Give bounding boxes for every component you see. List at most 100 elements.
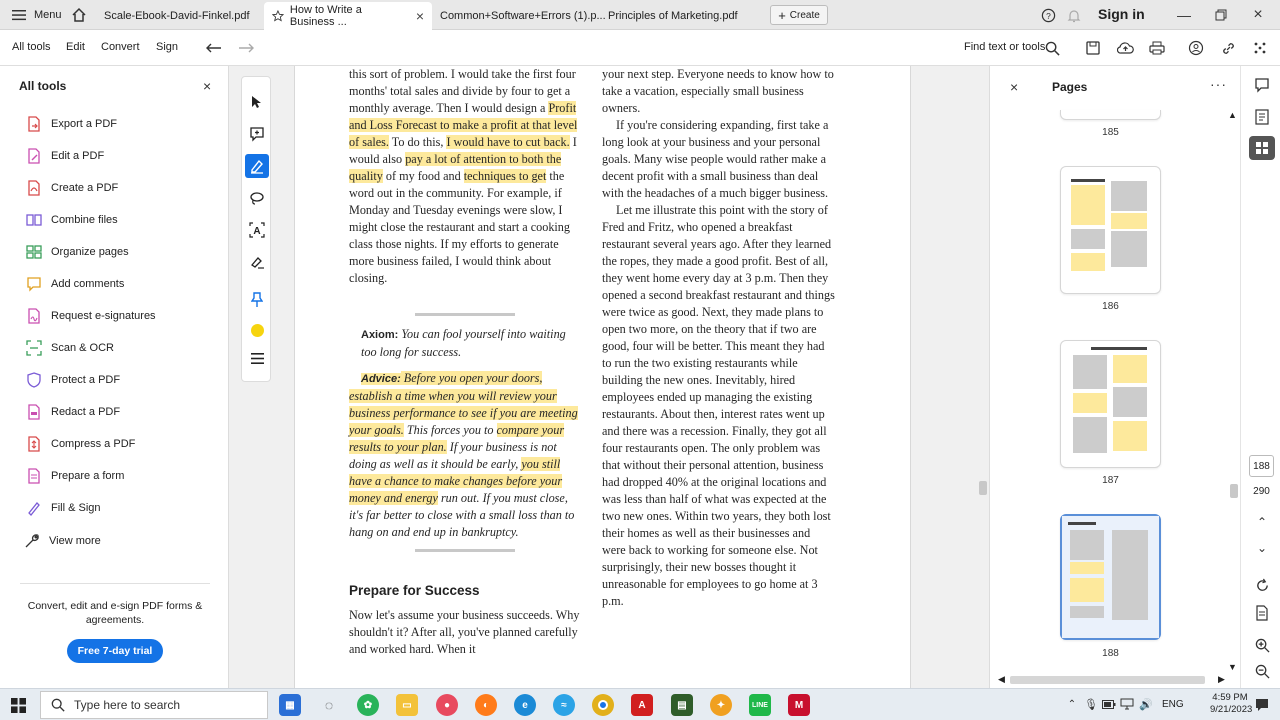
- rotate-button[interactable]: [1253, 576, 1271, 594]
- close-tab-icon[interactable]: ×: [416, 8, 424, 24]
- highlighted-text[interactable]: I would have to cut back.: [446, 135, 570, 149]
- tool-protect-pdf[interactable]: Protect a PDF: [26, 370, 120, 390]
- tool-combine-files[interactable]: Combine files: [26, 210, 118, 230]
- pages-more-icon[interactable]: ···: [1210, 76, 1227, 92]
- volume-tray[interactable]: 🔊: [1139, 697, 1153, 711]
- task-view-app[interactable]: ▦: [279, 694, 301, 716]
- page-thumbnail-187[interactable]: [1060, 340, 1161, 468]
- tool-request-esignatures[interactable]: Request e-signatures: [26, 306, 156, 326]
- sign-in-link[interactable]: Sign in: [1098, 6, 1145, 22]
- camera-app[interactable]: ●: [436, 694, 458, 716]
- zoom-in-button[interactable]: [1253, 636, 1271, 654]
- firefox-app[interactable]: ◐: [475, 694, 497, 716]
- pages-scroll-left-icon[interactable]: ◀: [998, 674, 1005, 685]
- tab-scale-ebook[interactable]: Scale-Ebook-David-Finkel.pdf: [96, 2, 258, 30]
- app-green[interactable]: ✿: [357, 694, 379, 716]
- menu-button[interactable]: Menu: [12, 0, 62, 30]
- blue-app[interactable]: ≈: [553, 694, 575, 716]
- close-window-button[interactable]: ×: [1250, 6, 1266, 23]
- tool-export-pdf[interactable]: Export a PDF: [26, 114, 117, 134]
- undo-button[interactable]: [205, 39, 223, 57]
- highlight-tool[interactable]: [245, 154, 269, 178]
- free-trial-button[interactable]: Free 7-day trial: [67, 639, 163, 663]
- file-explorer-app[interactable]: ▭: [396, 694, 418, 716]
- language-indicator[interactable]: ENG: [1162, 699, 1184, 710]
- pin-tool[interactable]: [245, 288, 269, 312]
- mcafee-app[interactable]: M: [788, 694, 810, 716]
- tool-organize-pages[interactable]: Organize pages: [26, 242, 129, 262]
- menu-convert[interactable]: Convert: [101, 41, 140, 53]
- tab-business-plan[interactable]: How to Write a Business ... ×: [264, 2, 432, 30]
- menu-edit[interactable]: Edit: [66, 41, 85, 53]
- menu-all-tools[interactable]: All tools: [12, 41, 51, 53]
- document-scrollbar[interactable]: [978, 66, 988, 688]
- select-tool[interactable]: [245, 90, 269, 114]
- signature-tool[interactable]: [245, 250, 269, 274]
- chrome-app[interactable]: [592, 694, 614, 716]
- minimize-button[interactable]: —: [1176, 7, 1192, 23]
- pages-panel-button[interactable]: [1249, 136, 1275, 160]
- pages-scroll-down-icon[interactable]: ▼: [1228, 662, 1237, 672]
- color-picker[interactable]: [245, 318, 269, 342]
- pages-hscroll-thumb[interactable]: [1010, 676, 1205, 684]
- create-button[interactable]: + Create: [770, 5, 828, 25]
- find-tools-label[interactable]: Find text or tools: [964, 41, 1045, 53]
- acrobat-app[interactable]: A: [631, 694, 653, 716]
- save-button[interactable]: [1084, 39, 1102, 57]
- tool-scan-ocr[interactable]: Scan & OCR: [26, 338, 114, 358]
- print-button[interactable]: [1148, 39, 1166, 57]
- tool-redact-pdf[interactable]: Redact a PDF: [26, 402, 120, 422]
- text-box-tool[interactable]: A: [245, 218, 269, 242]
- app-dark-green[interactable]: ▤: [671, 694, 693, 716]
- upload-cloud-button[interactable]: [1116, 39, 1134, 57]
- tool-fill-sign[interactable]: Fill & Sign: [26, 498, 101, 518]
- page-settings-button[interactable]: [1253, 604, 1271, 622]
- network-tray[interactable]: [1120, 697, 1134, 711]
- notifications-button[interactable]: [1066, 7, 1082, 23]
- line-app[interactable]: LINE: [749, 694, 771, 716]
- tab-principles-marketing[interactable]: Principles of Marketing.pdf: [600, 2, 746, 30]
- chat-app[interactable]: ◌: [318, 694, 340, 716]
- microphone-tray[interactable]: 🎙: [1084, 697, 1098, 711]
- page-thumbnail-188[interactable]: [1060, 514, 1161, 640]
- draw-tool[interactable]: [245, 186, 269, 210]
- tray-overflow-button[interactable]: ⌃: [1066, 698, 1078, 710]
- maximize-button[interactable]: [1213, 7, 1229, 23]
- system-clock[interactable]: 4:59 PM 9/21/2023: [1210, 692, 1252, 716]
- notification-center-button[interactable]: [1254, 697, 1270, 713]
- edge-app[interactable]: e: [514, 694, 536, 716]
- tool-create-pdf[interactable]: Create a PDF: [26, 178, 118, 198]
- add-comment-tool[interactable]: [245, 122, 269, 146]
- tool-edit-pdf[interactable]: Edit a PDF: [26, 146, 104, 166]
- next-page-button[interactable]: ⌄: [1253, 540, 1271, 556]
- pages-scroll-right-icon[interactable]: ▶: [1218, 674, 1225, 685]
- battery-tray[interactable]: [1102, 697, 1116, 711]
- tool-prepare-form[interactable]: Prepare a form: [26, 466, 124, 486]
- pages-vscroll-thumb[interactable]: [1230, 484, 1238, 498]
- bookmarks-panel-button[interactable]: [1253, 108, 1271, 126]
- pages-scroll-up-icon[interactable]: ▲: [1228, 110, 1237, 120]
- highlighted-text[interactable]: techniques to get: [463, 169, 547, 183]
- share-user-button[interactable]: [1187, 39, 1205, 57]
- close-pages-icon[interactable]: ×: [1010, 79, 1018, 95]
- search-button[interactable]: [1043, 39, 1061, 57]
- home-button[interactable]: [71, 0, 87, 30]
- taskbar-search[interactable]: Type here to search: [40, 691, 268, 719]
- previous-page-button[interactable]: ⌃: [1253, 514, 1271, 530]
- close-panel-icon[interactable]: ×: [203, 78, 211, 94]
- link-button[interactable]: [1219, 39, 1237, 57]
- start-button[interactable]: [10, 697, 26, 713]
- current-page-input[interactable]: 188: [1249, 455, 1274, 477]
- comments-panel-button[interactable]: [1253, 76, 1271, 94]
- tool-view-more[interactable]: View more: [24, 531, 101, 551]
- tool-compress-pdf[interactable]: Compress a PDF: [26, 434, 135, 454]
- more-options-button[interactable]: [1251, 39, 1269, 57]
- zoom-out-button[interactable]: [1253, 662, 1271, 680]
- redo-button[interactable]: [237, 39, 255, 57]
- page-thumbnail-186[interactable]: [1060, 166, 1161, 294]
- page-thumbnail-185[interactable]: [1060, 110, 1161, 120]
- help-button[interactable]: ?: [1040, 7, 1056, 23]
- more-tools-button[interactable]: [245, 346, 269, 370]
- app-orange[interactable]: ✦: [710, 694, 732, 716]
- scrollbar-thumb[interactable]: [979, 481, 987, 495]
